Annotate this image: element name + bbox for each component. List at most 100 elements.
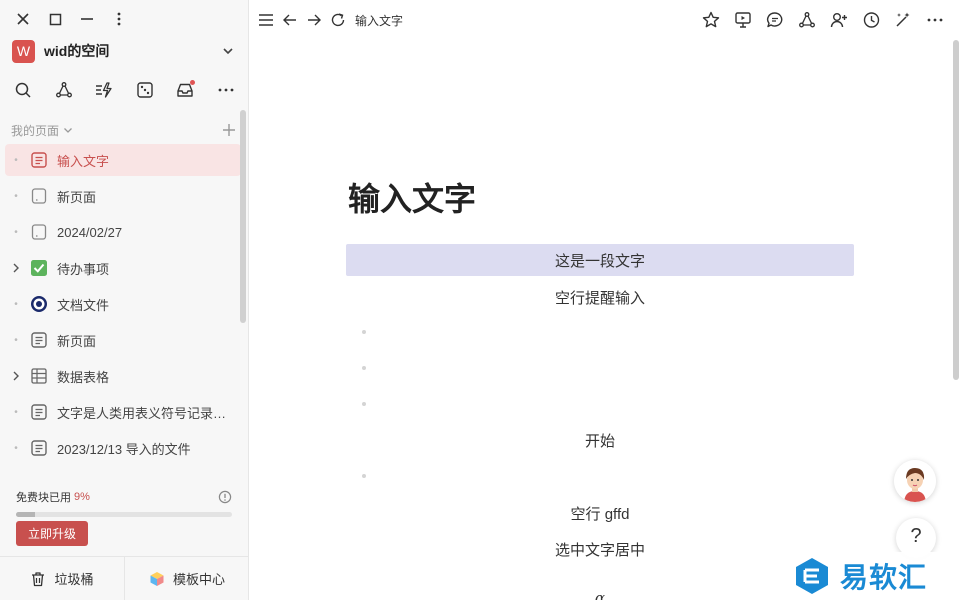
sidebar: W wid的空间 我的页面 • 输入文字 • 新页面 • 2024/02/27 待办事项 • 文… [0, 0, 249, 600]
page-list: • 输入文字 • 新页面 • 2024/02/27 待办事项 • 文档文件 • 新页面 数据表格 • 文字… [5, 144, 241, 476]
sidebar-page-label: 待办事项 [57, 261, 110, 277]
space-logo: W [12, 39, 35, 63]
empty-block-handle[interactable] [362, 330, 366, 334]
breadcrumb[interactable]: 输入文字 [355, 12, 403, 29]
add-user-icon[interactable] [829, 10, 848, 29]
maximize-icon[interactable] [46, 10, 64, 28]
cube-icon [150, 571, 164, 586]
chevron-down-icon[interactable] [221, 44, 235, 58]
bullet-dot-icon: • [14, 154, 18, 166]
empty-block-handle[interactable] [362, 402, 366, 406]
bullet-dot-icon: • [14, 406, 18, 418]
sidebar-toolbar [12, 79, 237, 101]
text-block[interactable]: 空行 gffd [346, 497, 854, 529]
sidebar-page-label: 新页面 [57, 333, 97, 349]
usage-percent: 9% [74, 491, 90, 503]
close-icon[interactable] [14, 10, 32, 28]
sidebar-scrollbar[interactable] [240, 110, 246, 323]
sidebar-page-item[interactable]: • 新页面 [5, 180, 241, 212]
watermark: 易软汇 [792, 552, 960, 600]
usage-progress-bar [16, 512, 232, 517]
more-vertical-icon[interactable] [110, 10, 128, 28]
text-block[interactable]: 开始 [346, 424, 854, 456]
sidebar-page-label: 文档文件 [57, 297, 110, 313]
notification-dot [190, 80, 196, 85]
sidebar-page-item[interactable]: • 文档文件 [5, 288, 241, 320]
more-icon[interactable] [925, 10, 944, 29]
doc-icon [29, 403, 48, 422]
sidebar-page-item[interactable]: • 输入文字 [5, 144, 241, 176]
topbar-actions [701, 10, 944, 29]
inbox-icon[interactable] [174, 79, 196, 101]
doc-icon [29, 331, 48, 350]
space-switcher[interactable]: W wid的空间 [12, 38, 237, 64]
star-icon[interactable] [701, 10, 720, 29]
bullet-dot-icon: • [14, 442, 18, 454]
chevron-right-icon[interactable] [5, 262, 27, 274]
sidebar-page-label: 2024/02/27 [57, 224, 123, 240]
minimize-icon[interactable] [78, 10, 96, 28]
page-title[interactable]: 输入文字 [348, 174, 476, 220]
text-block[interactable]: α [346, 582, 854, 600]
assistant-avatar-button[interactable] [894, 460, 936, 502]
sidebar-page-item[interactable]: • 新页面 [5, 324, 241, 356]
upgrade-button[interactable]: 立即升级 [16, 521, 88, 546]
quick-action-icon[interactable] [93, 79, 115, 101]
bullet-dot-icon: • [14, 226, 18, 238]
menu-icon[interactable] [257, 11, 275, 29]
more-icon[interactable] [215, 79, 237, 101]
sidebar-page-label: 输入文字 [57, 153, 110, 169]
text-block[interactable]: 选中文字居中 [346, 533, 854, 565]
trash-button[interactable]: 垃圾桶 [0, 557, 124, 600]
search-icon[interactable] [12, 79, 34, 101]
comment-icon[interactable] [765, 10, 784, 29]
table-icon [29, 367, 48, 386]
add-page-icon[interactable] [222, 123, 236, 137]
empty-block-handle[interactable] [362, 474, 366, 478]
text-block[interactable]: 空行提醒输入 [346, 281, 854, 313]
sidebar-page-item[interactable]: • 2023/12/13 导入的文件 [5, 432, 241, 464]
document-editor[interactable]: 输入文字 这是一段文字 空行提醒输入 开始 空行 gffd 选中文字居中 α [346, 40, 854, 600]
graph-icon[interactable] [797, 10, 816, 29]
template-center-button[interactable]: 模板中心 [124, 557, 249, 600]
checkbox-icon [29, 259, 48, 278]
usage-label: 免费块已用 [16, 492, 71, 504]
trash-label: 垃圾桶 [54, 572, 94, 587]
refresh-icon[interactable] [329, 11, 347, 29]
bullet-dot-icon: • [14, 334, 18, 346]
avatar [894, 460, 936, 502]
dice-icon[interactable] [134, 79, 156, 101]
sidebar-page-item[interactable]: • 文字是人类用表义符号记录表达... [5, 396, 241, 428]
sidebar-page-label: 新页面 [57, 189, 97, 205]
text-block-selected[interactable]: 这是一段文字 [346, 244, 854, 276]
sidebar-footer: 垃圾桶 模板中心 [0, 556, 249, 600]
sidebar-page-label: 数据表格 [57, 369, 110, 385]
graph-icon[interactable] [53, 79, 75, 101]
magic-icon[interactable] [893, 10, 912, 29]
sidebar-page-label: 2023/12/13 导入的文件 [57, 441, 191, 457]
chevron-right-icon[interactable] [5, 370, 27, 382]
doc-icon [29, 151, 48, 170]
empty-block-handle[interactable] [362, 366, 366, 370]
watermark-text: 易软汇 [840, 562, 928, 593]
bullet-dot-icon: • [14, 190, 18, 202]
present-icon[interactable] [733, 10, 752, 29]
back-arrow-icon[interactable] [281, 11, 299, 29]
watermark-logo [796, 558, 828, 594]
history-icon[interactable] [861, 10, 880, 29]
section-header-my-pages[interactable]: 我的页面 [11, 121, 236, 139]
sidebar-page-item[interactable]: 数据表格 [5, 360, 241, 392]
forward-arrow-icon[interactable] [305, 11, 323, 29]
info-icon[interactable] [218, 490, 232, 504]
target-icon [29, 295, 48, 314]
main-scrollbar[interactable] [953, 40, 959, 380]
usage-panel: 免费块已用 9% [16, 489, 232, 517]
nav-controls [257, 11, 347, 29]
space-name: wid的空间 [44, 43, 110, 59]
chevron-down-icon[interactable] [62, 124, 74, 136]
blank-doc-icon [29, 223, 48, 242]
sidebar-page-item[interactable]: • 2024/02/27 [5, 216, 241, 248]
sidebar-page-item[interactable]: 待办事项 [5, 252, 241, 284]
doc-icon [29, 439, 48, 458]
section-label: 我的页面 [11, 123, 60, 138]
